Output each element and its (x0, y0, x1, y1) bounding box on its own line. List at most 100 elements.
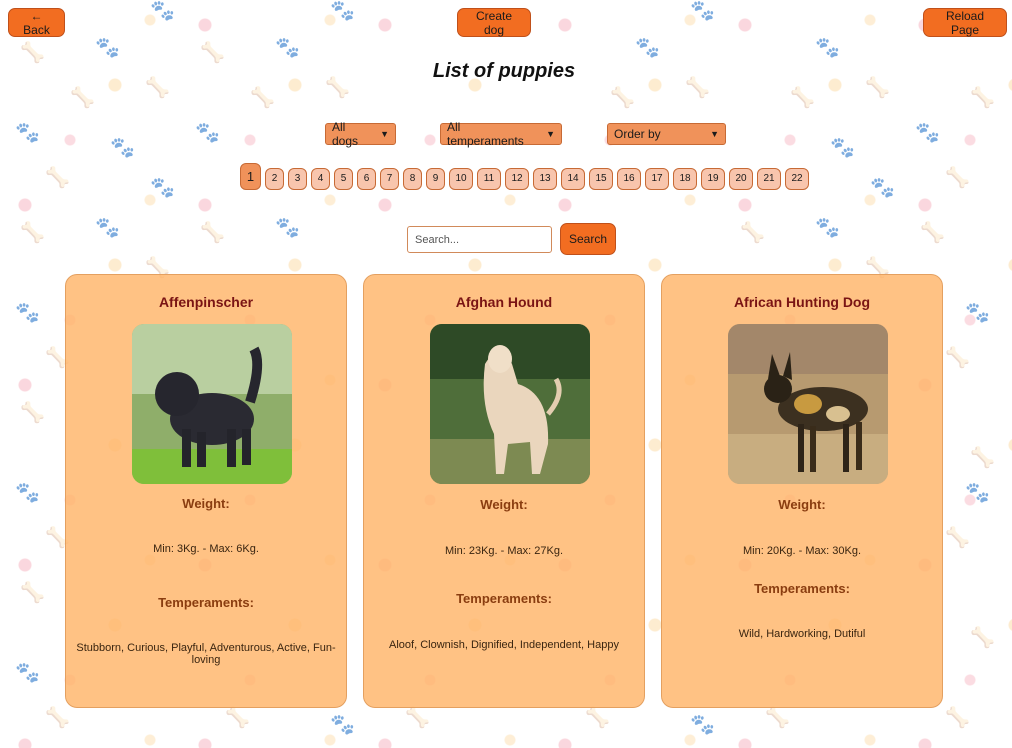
dogs-filter-select[interactable]: All dogs ▼ (325, 120, 396, 148)
bone-icon: 🦴 (20, 402, 45, 424)
bone-icon: 🦴 (250, 87, 275, 109)
dog-photo (728, 324, 888, 484)
bone-icon: 🦴 (610, 87, 635, 109)
paw-icon: 🐾 (965, 482, 990, 504)
bone-icon: 🦴 (70, 87, 95, 109)
bone-icon: 🦴 (945, 707, 970, 729)
paw-icon: 🐾 (15, 302, 40, 324)
paw-icon: 🐾 (195, 122, 220, 144)
page-21-button[interactable]: 21 (757, 168, 781, 190)
temperaments-value: Wild, Hardworking, Dutiful (738, 628, 866, 640)
page-2-button[interactable]: 2 (265, 168, 284, 190)
paw-icon: 🐾 (95, 217, 120, 239)
temperaments-filter-value: All temperaments (447, 120, 524, 148)
paw-icon: 🐾 (95, 37, 120, 59)
bone-icon: 🦴 (585, 707, 610, 729)
create-dog-button[interactable]: Create dog (457, 8, 531, 37)
paw-icon: 🐾 (15, 662, 40, 684)
paw-icon: 🐾 (15, 122, 40, 144)
page-6-button[interactable]: 6 (357, 168, 376, 190)
temperaments-label: Temperaments: (158, 595, 254, 610)
page-5-button[interactable]: 5 (334, 168, 353, 190)
bone-icon: 🦴 (45, 167, 70, 189)
weight-label: Weight: (182, 496, 230, 511)
chevron-down-icon: ▼ (380, 129, 389, 139)
bone-icon: 🦴 (225, 707, 250, 729)
dog-card[interactable]: Affenpinscher Weight: Min: 3Kg. - Max: 6… (65, 274, 347, 708)
page-20-button[interactable]: 20 (729, 168, 753, 190)
bone-icon: 🦴 (740, 222, 765, 244)
page-17-button[interactable]: 17 (645, 168, 669, 190)
page-3-button[interactable]: 3 (288, 168, 307, 190)
bone-icon: 🦴 (20, 222, 45, 244)
temperaments-label: Temperaments: (456, 591, 552, 606)
page-4-button[interactable]: 4 (311, 168, 330, 190)
bone-icon: 🦴 (970, 87, 995, 109)
paw-icon: 🐾 (150, 177, 175, 199)
temperaments-value: Stubborn, Curious, Playful, Adventurous,… (76, 642, 336, 666)
back-button[interactable]: ← Back (8, 8, 65, 37)
paw-icon: 🐾 (965, 302, 990, 324)
page-15-button[interactable]: 15 (589, 168, 613, 190)
page-13-button[interactable]: 13 (533, 168, 557, 190)
reload-page-button[interactable]: Reload Page (923, 8, 1007, 37)
page-9-button[interactable]: 9 (426, 168, 445, 190)
paw-icon: 🐾 (330, 714, 355, 736)
paw-icon: 🐾 (870, 177, 895, 199)
bone-icon: 🦴 (970, 627, 995, 649)
page-14-button[interactable]: 14 (561, 168, 585, 190)
page-12-button[interactable]: 12 (505, 168, 529, 190)
temperaments-filter-select[interactable]: All temperaments ▼ (440, 120, 562, 148)
paw-icon: 🐾 (830, 137, 855, 159)
page-10-button[interactable]: 10 (449, 168, 473, 190)
paw-icon: 🐾 (110, 137, 135, 159)
paw-icon: 🐾 (690, 0, 715, 22)
bone-icon: 🦴 (200, 222, 225, 244)
weight-value: Min: 3Kg. - Max: 6Kg. (153, 543, 259, 555)
page-1-button[interactable]: 1 (240, 163, 261, 190)
dogs-filter-value: All dogs (332, 120, 359, 148)
dog-name: Afghan Hound (455, 294, 553, 310)
bone-icon: 🦴 (405, 707, 430, 729)
page-19-button[interactable]: 19 (701, 168, 725, 190)
page-11-button[interactable]: 11 (477, 168, 501, 190)
page-7-button[interactable]: 7 (380, 168, 399, 190)
page-title: List of puppies (432, 60, 576, 82)
weight-value: Min: 20Kg. - Max: 30Kg. (743, 545, 861, 557)
page-18-button[interactable]: 18 (673, 168, 697, 190)
weight-value: Min: 23Kg. - Max: 27Kg. (445, 545, 563, 557)
chevron-down-icon: ▼ (546, 129, 555, 139)
paw-icon: 🐾 (275, 37, 300, 59)
temperaments-value: Aloof, Clownish, Dignified, Independent,… (389, 639, 619, 651)
dog-card[interactable]: African Hunting Dog Weight: Min: 20Kg. -… (661, 274, 943, 708)
paw-icon: 🐾 (915, 122, 940, 144)
weight-label: Weight: (778, 497, 826, 512)
bone-icon: 🦴 (790, 87, 815, 109)
dog-name: African Hunting Dog (733, 294, 871, 310)
bone-icon: 🦴 (945, 527, 970, 549)
order-by-value: Order by (614, 127, 661, 141)
page-16-button[interactable]: 16 (617, 168, 641, 190)
paw-icon: 🐾 (150, 0, 175, 22)
paw-icon: 🐾 (15, 482, 40, 504)
paw-icon: 🐾 (635, 37, 660, 59)
bone-icon: 🦴 (970, 447, 995, 469)
paw-icon: 🐾 (690, 714, 715, 736)
order-by-select[interactable]: Order by ▼ (607, 123, 726, 145)
dog-name: Affenpinscher (158, 294, 254, 310)
bone-icon: 🦴 (920, 222, 945, 244)
temperaments-label: Temperaments: (754, 581, 850, 596)
bone-icon: 🦴 (45, 707, 70, 729)
search-input[interactable] (407, 226, 552, 253)
search-button[interactable]: Search (560, 223, 616, 255)
page-22-button[interactable]: 22 (785, 168, 809, 190)
chevron-down-icon: ▼ (710, 129, 719, 139)
page-8-button[interactable]: 8 (403, 168, 422, 190)
paw-icon: 🐾 (815, 37, 840, 59)
dog-photo (430, 324, 590, 484)
paw-icon: 🐾 (330, 0, 355, 22)
dog-card[interactable]: Afghan Hound Weight: Min: 23Kg. - Max: 2… (363, 274, 645, 708)
dog-photo (132, 324, 292, 484)
bone-icon: 🦴 (945, 167, 970, 189)
weight-label: Weight: (480, 497, 528, 512)
